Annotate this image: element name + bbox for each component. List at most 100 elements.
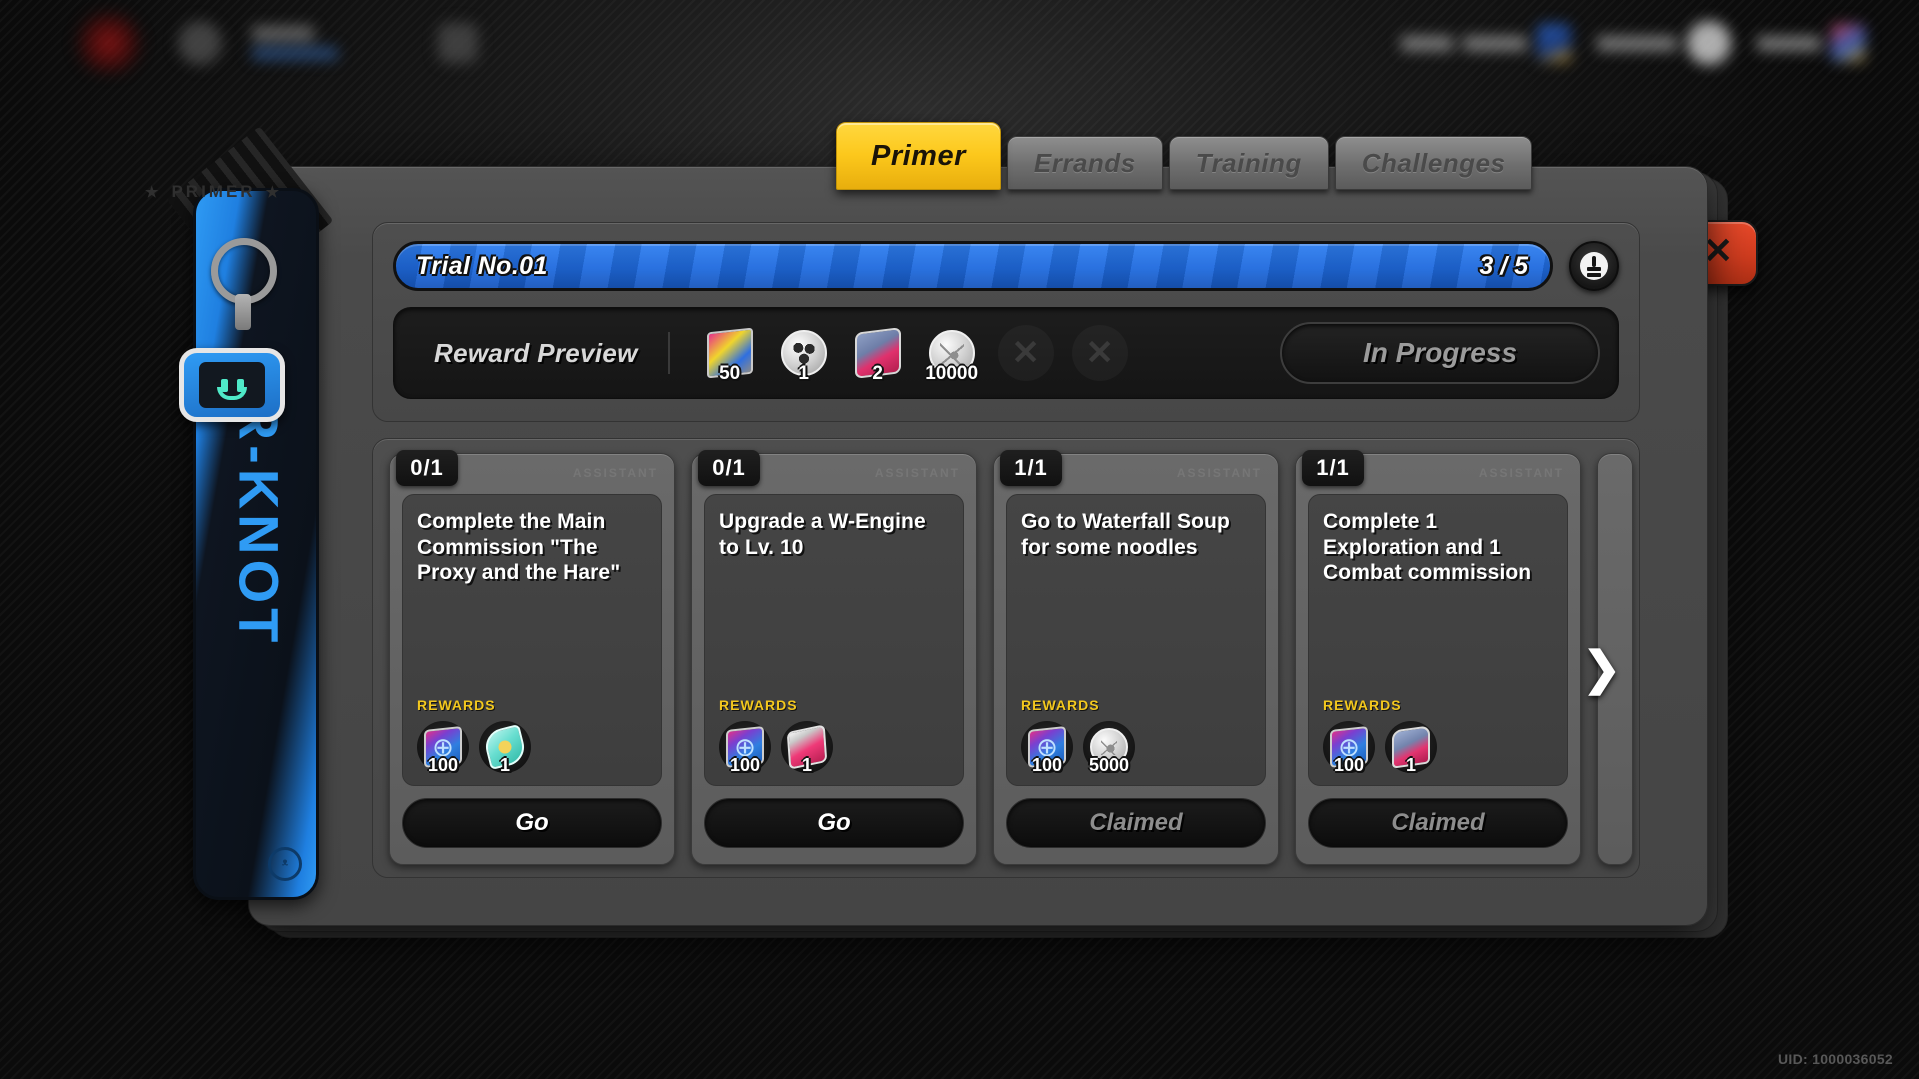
reward-item-empty: ✕ bbox=[996, 323, 1056, 383]
reward-item[interactable]: 5000 bbox=[1083, 721, 1135, 775]
reward-item[interactable]: 1 bbox=[781, 721, 833, 775]
deco-label: ASSISTANT bbox=[1176, 466, 1262, 480]
trial-summary-card: Trial No.01 3 / 5 Reward Preview 50 1 2 … bbox=[372, 222, 1640, 422]
page-title-text: PRIMER bbox=[171, 182, 256, 201]
reward-amount: 100 bbox=[1031, 755, 1063, 775]
trial-progress-bar: Trial No.01 3 / 5 bbox=[393, 241, 1553, 291]
task-progress-badge: 1/1 bbox=[1000, 450, 1062, 486]
reward-item[interactable]: 100 bbox=[1323, 721, 1375, 775]
top-bar-right bbox=[1401, 21, 1865, 65]
reward-amount: 1 bbox=[1405, 755, 1417, 775]
player-name-block bbox=[252, 26, 338, 60]
trial-progress-text: 3 / 5 bbox=[1479, 251, 1528, 280]
info-icon bbox=[1580, 252, 1608, 280]
currency-value bbox=[1463, 35, 1527, 51]
task-cards-list: 0/1 ASSISTANT Complete the Main Commissi… bbox=[389, 450, 1633, 865]
task-card-header: 0/1 ASSISTANT bbox=[698, 450, 964, 494]
rewards-label: REWARDS bbox=[417, 697, 496, 713]
game-logo-icon bbox=[70, 12, 148, 74]
rewards-label: REWARDS bbox=[1021, 697, 1100, 713]
trial-progress-row: Trial No.01 3 / 5 bbox=[393, 241, 1619, 291]
reward-item[interactable]: 100 bbox=[1021, 721, 1073, 775]
bangboo-screen bbox=[199, 362, 265, 408]
bangboo-mouth bbox=[217, 387, 247, 400]
currency-item[interactable] bbox=[1757, 24, 1865, 62]
task-card[interactable]: 0/1 ASSISTANT Complete the Main Commissi… bbox=[389, 450, 675, 865]
task-card[interactable]: 1/1 ASSISTANT Complete 1 Exploration and… bbox=[1295, 450, 1581, 865]
task-action-button[interactable]: Go bbox=[704, 798, 964, 848]
tab-training[interactable]: Training bbox=[1168, 136, 1329, 190]
reward-item[interactable]: 100 bbox=[719, 721, 771, 775]
trial-name: Trial No.01 bbox=[416, 251, 548, 280]
rewards-label: REWARDS bbox=[1323, 697, 1402, 713]
reward-item[interactable]: 100 bbox=[417, 721, 469, 775]
avatar[interactable] bbox=[178, 21, 222, 65]
reward-item[interactable]: 10000 bbox=[922, 323, 982, 384]
reward-item[interactable]: 1 bbox=[1385, 721, 1437, 775]
top-bar-left bbox=[70, 12, 478, 74]
reward-item[interactable]: 2 bbox=[848, 323, 908, 384]
task-card-body: Go to Waterfall Soup for some noodles RE… bbox=[1006, 494, 1266, 786]
reward-preview-label: Reward Preview bbox=[434, 337, 638, 368]
task-description: Upgrade a W-Engine to Lv. 10 bbox=[719, 510, 926, 559]
primer-content: Trial No.01 3 / 5 Reward Preview 50 1 2 … bbox=[372, 222, 1640, 884]
keychain-decoration: R-KNOT DS ᵜ bbox=[166, 126, 335, 912]
task-rewards: 100 1 bbox=[1323, 721, 1553, 775]
next-page-arrow[interactable]: ❯ bbox=[1582, 645, 1621, 691]
smile-icon: ᵜ bbox=[268, 847, 302, 881]
uid-label: UID: 1000036052 bbox=[1777, 1051, 1893, 1067]
reward-amount: 1 bbox=[499, 755, 511, 775]
tab-primer[interactable]: Primer bbox=[836, 122, 1001, 190]
keychain-clip-icon bbox=[235, 294, 251, 330]
top-bar bbox=[0, 0, 1919, 86]
deco-label: ASSISTANT bbox=[1478, 466, 1564, 480]
currency-value bbox=[1757, 35, 1821, 51]
task-card[interactable]: 1/1 ASSISTANT Go to Waterfall Soup for s… bbox=[993, 450, 1279, 865]
trial-info-button[interactable] bbox=[1569, 241, 1619, 291]
reward-amount: 100 bbox=[1333, 755, 1365, 775]
reward-item[interactable]: 50 bbox=[700, 323, 760, 384]
reward-amount: 100 bbox=[729, 755, 761, 775]
reward-amount: 1 bbox=[801, 755, 813, 775]
deco-label: ASSISTANT bbox=[874, 466, 960, 480]
task-rewards: 100 1 bbox=[719, 721, 949, 775]
task-action-button: Claimed bbox=[1006, 798, 1266, 848]
task-action-button[interactable]: Go bbox=[402, 798, 662, 848]
game-screen: UID: 1000036052 Primer Errands Training … bbox=[0, 0, 1919, 1079]
tab-bar: Primer Errands Training Challenges bbox=[836, 122, 1538, 190]
task-description: Go to Waterfall Soup for some noodles bbox=[1021, 510, 1230, 559]
task-card-header: 1/1 ASSISTANT bbox=[1302, 450, 1568, 494]
reward-amount: 5000 bbox=[1088, 755, 1130, 775]
reward-amount: 1 bbox=[798, 363, 809, 384]
task-progress-badge: 0/1 bbox=[698, 450, 760, 486]
reward-item-empty: ✕ bbox=[1070, 323, 1130, 383]
star-icon: ★ bbox=[145, 184, 162, 201]
player-level-bar bbox=[252, 47, 338, 60]
bangboo-face-icon[interactable] bbox=[179, 348, 285, 422]
reward-amount: 10000 bbox=[925, 363, 979, 384]
reward-preview-icons: 50 1 2 10000 ✕ ✕ bbox=[700, 323, 1130, 384]
task-cards-area: 0/1 ASSISTANT Complete the Main Commissi… bbox=[372, 438, 1640, 878]
task-rewards: 100 5000 bbox=[1021, 721, 1251, 775]
tab-challenges[interactable]: Challenges bbox=[1334, 136, 1533, 190]
currency-item[interactable] bbox=[1401, 24, 1571, 62]
task-card[interactable]: 0/1 ASSISTANT Upgrade a W-Engine to Lv. … bbox=[691, 450, 977, 865]
task-card-header: 1/1 ASSISTANT bbox=[1000, 450, 1266, 494]
page-title: ★ PRIMER ★ bbox=[145, 182, 282, 202]
currency-value bbox=[1401, 35, 1453, 51]
reward-item[interactable]: 1 bbox=[774, 323, 834, 384]
reward-amount: 100 bbox=[427, 755, 459, 775]
tab-errands[interactable]: Errands bbox=[1006, 136, 1163, 190]
currency-item[interactable] bbox=[1597, 21, 1731, 65]
reward-item[interactable]: 1 bbox=[479, 721, 531, 775]
task-card-body: Upgrade a W-Engine to Lv. 10 REWARDS 100… bbox=[704, 494, 964, 786]
player-name bbox=[252, 26, 314, 41]
task-progress-badge: 1/1 bbox=[1302, 450, 1364, 486]
menu-icon[interactable] bbox=[438, 23, 478, 63]
rewards-label: REWARDS bbox=[719, 697, 798, 713]
task-card-body: Complete 1 Exploration and 1 Combat comm… bbox=[1308, 494, 1568, 786]
empty-slot-icon: ✕ bbox=[1072, 325, 1128, 381]
currency-value bbox=[1597, 35, 1677, 51]
master-tape-icon bbox=[1831, 24, 1865, 62]
trial-status-button[interactable]: In Progress bbox=[1280, 322, 1600, 384]
